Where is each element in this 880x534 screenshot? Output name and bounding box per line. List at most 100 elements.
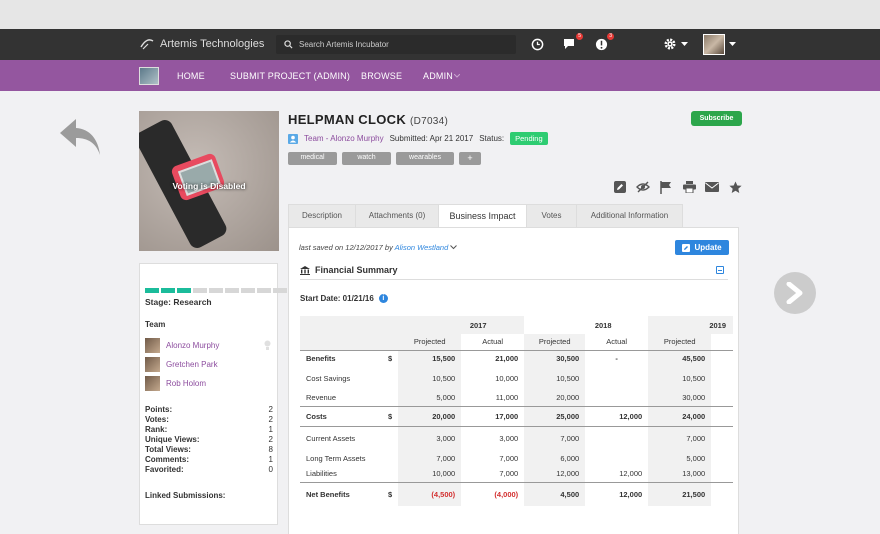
financial-summary-heading: Financial Summary bbox=[300, 265, 398, 275]
progress-segment bbox=[225, 288, 239, 293]
print-icon[interactable] bbox=[682, 180, 696, 194]
progress-segment bbox=[161, 288, 175, 293]
search-input[interactable] bbox=[299, 40, 499, 49]
stat-row: Rank: 1 bbox=[145, 425, 273, 434]
flag-icon[interactable] bbox=[659, 180, 673, 194]
hide-icon[interactable] bbox=[636, 180, 650, 194]
progress-segment bbox=[257, 288, 271, 293]
team-member[interactable]: Alonzo Murphy bbox=[145, 338, 219, 353]
table-cell bbox=[711, 366, 733, 390]
table-cell bbox=[382, 466, 398, 482]
member-avatar bbox=[145, 376, 160, 391]
project-tabs: Description Attachments (0) Business Imp… bbox=[288, 204, 683, 228]
table-cell bbox=[382, 425, 399, 450]
table-cell bbox=[382, 366, 398, 390]
progress-segment bbox=[145, 288, 159, 293]
stat-row: Total Views: 8 bbox=[145, 445, 273, 454]
info-icon[interactable]: i bbox=[378, 294, 388, 303]
table-cell: 10,500 bbox=[524, 366, 586, 390]
project-actions bbox=[613, 180, 742, 194]
project-image: Voting is Disabled bbox=[139, 111, 279, 251]
member-avatar bbox=[145, 338, 160, 353]
table-cell bbox=[382, 316, 399, 334]
tag-watch[interactable]: watch bbox=[342, 152, 391, 165]
nav-admin[interactable]: ADMIN bbox=[423, 71, 453, 81]
table-cell: Projected bbox=[524, 334, 586, 350]
table-cell bbox=[382, 450, 398, 466]
table-cell: 12,000 bbox=[619, 469, 643, 479]
tab-attachments[interactable]: Attachments (0) bbox=[355, 204, 439, 228]
table-cell: 7,000 bbox=[499, 453, 519, 463]
subscribe-button[interactable]: Subscribe bbox=[691, 111, 742, 126]
year-header-row: 2017 2018 2019 bbox=[300, 316, 734, 334]
table-cell: 7,000 bbox=[398, 450, 462, 466]
progress-segment bbox=[177, 288, 191, 293]
table-cell: 5,000 bbox=[648, 450, 712, 466]
stat-row: Points: 2 bbox=[145, 405, 273, 414]
gear-chevron-down-icon[interactable] bbox=[680, 37, 688, 51]
stat-row: Favorited: 0 bbox=[145, 465, 273, 474]
table-cell: 6,000 bbox=[524, 450, 586, 466]
nav-home[interactable]: HOME bbox=[177, 71, 205, 81]
table-cell: 10,000 bbox=[398, 466, 462, 482]
status-label: Status: bbox=[479, 134, 505, 143]
table-cell: 10,500 bbox=[648, 366, 712, 390]
table-cell: $ bbox=[382, 481, 399, 506]
app-name: Artemis Technologies bbox=[160, 38, 265, 50]
table-cell bbox=[585, 450, 648, 466]
stage-progress bbox=[145, 288, 287, 293]
incubator-thumbnail[interactable] bbox=[139, 67, 159, 85]
saved-chevron-down-icon[interactable] bbox=[450, 245, 458, 250]
chat-badge: 5 bbox=[576, 33, 583, 40]
user-chevron-down-icon[interactable] bbox=[728, 37, 736, 51]
tab-description[interactable]: Description bbox=[288, 204, 356, 228]
table-cell: 30,500 bbox=[524, 349, 586, 366]
gear-icon[interactable] bbox=[663, 37, 677, 51]
table-cell: 3,000 bbox=[398, 425, 462, 450]
stage-label: Stage: Research bbox=[145, 297, 212, 307]
nav-browse[interactable]: BROWSE bbox=[361, 71, 402, 81]
tab-votes[interactable]: Votes bbox=[526, 204, 577, 228]
update-button[interactable]: Update bbox=[675, 240, 729, 255]
project-sidebar: Stage: Research Team Alonzo Murphy Gretc… bbox=[139, 263, 287, 525]
team-member[interactable]: Rob Holom bbox=[145, 376, 206, 391]
search-box[interactable] bbox=[276, 35, 516, 54]
admin-chevron-down-icon[interactable] bbox=[454, 74, 460, 78]
team-member[interactable]: Gretchen Park bbox=[145, 357, 218, 372]
clock-icon[interactable] bbox=[530, 37, 544, 51]
edit-small-icon bbox=[682, 243, 691, 252]
alert-icon[interactable]: 3 bbox=[594, 33, 614, 51]
table-cell: 24,000 bbox=[648, 405, 712, 426]
next-arrow-icon[interactable] bbox=[774, 272, 816, 314]
table-cell bbox=[300, 334, 382, 350]
saved-by-link[interactable]: Alison Westland bbox=[395, 243, 449, 252]
table-cell: 20,000 bbox=[524, 390, 586, 406]
financial-table: 2017 2018 2019 Projected Actual Projected Actu… bbox=[300, 316, 734, 506]
email-icon[interactable] bbox=[705, 180, 719, 194]
team-link[interactable]: Team - Alonzo Murphy bbox=[304, 134, 384, 143]
table-cell: 17,000 bbox=[461, 405, 525, 426]
project-stats: Points: 2 Votes: 2 Rank: 1 Unique Views: 2 T… bbox=[145, 405, 273, 475]
table-cell: Actual bbox=[606, 337, 628, 347]
tab-business-impact[interactable]: Business Impact bbox=[438, 204, 527, 228]
app-logo[interactable]: Artemis Technologies bbox=[139, 37, 264, 51]
back-arrow-icon[interactable] bbox=[58, 117, 102, 157]
nav-submit-project[interactable]: SUBMIT PROJECT (ADMIN) bbox=[230, 71, 350, 81]
table-cell: $ bbox=[382, 405, 399, 426]
collapse-icon[interactable] bbox=[716, 266, 724, 274]
user-avatar[interactable] bbox=[703, 34, 725, 55]
tag-medical[interactable]: medical bbox=[288, 152, 337, 165]
add-tag-button[interactable]: + bbox=[459, 152, 481, 165]
chat-icon[interactable]: 5 bbox=[563, 33, 583, 51]
star-icon[interactable] bbox=[728, 180, 742, 194]
browser-chrome bbox=[0, 0, 880, 29]
table-cell: Net Benefits bbox=[300, 481, 382, 506]
table-cell: 2019 bbox=[648, 316, 734, 334]
tag-wearables[interactable]: wearables bbox=[396, 152, 454, 165]
edit-icon[interactable] bbox=[613, 180, 627, 194]
table-cell: 30,000 bbox=[648, 390, 712, 406]
table-row: Benefits $15,500 21,000 30,500-45,500 bbox=[300, 349, 734, 366]
start-date: Start Date: 01/21/16 i bbox=[300, 294, 388, 303]
tab-additional-information[interactable]: Additional Information bbox=[576, 204, 683, 228]
table-cell bbox=[711, 450, 733, 466]
